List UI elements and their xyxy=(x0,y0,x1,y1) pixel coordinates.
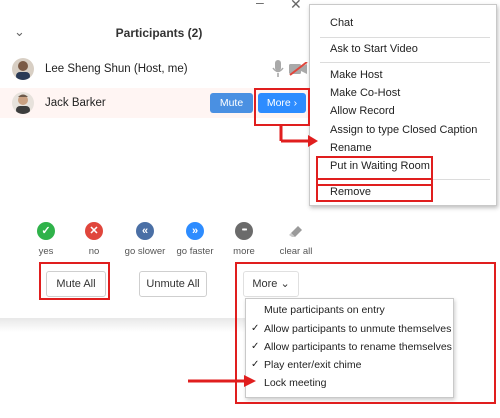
annotation-arrows xyxy=(188,126,318,387)
arrow-head xyxy=(244,375,256,387)
arrow-head xyxy=(308,135,318,147)
